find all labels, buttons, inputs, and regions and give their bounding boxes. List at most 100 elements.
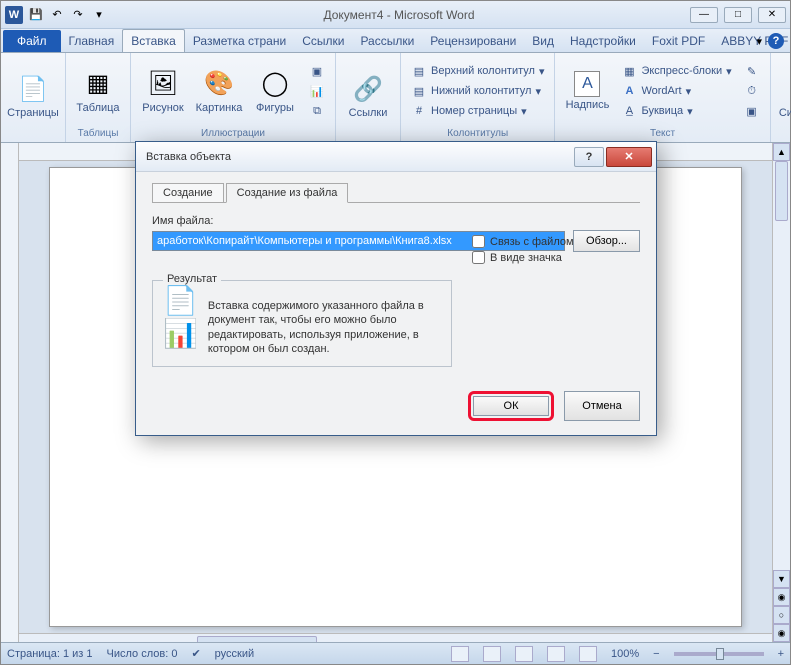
- scroll-down-icon[interactable]: ▼: [773, 570, 790, 588]
- view-read-icon[interactable]: [483, 646, 501, 662]
- help-icon[interactable]: ?: [768, 33, 784, 49]
- pages-button[interactable]: 📄 Страницы: [7, 71, 59, 121]
- zoom-thumb[interactable]: [716, 648, 724, 660]
- smartart-button[interactable]: ▣: [305, 62, 329, 80]
- status-page[interactable]: Страница: 1 из 1: [7, 648, 93, 660]
- redo-icon[interactable]: ↷: [69, 6, 87, 24]
- ribbon: 📄 Страницы ▦ Таблица Таблицы 🖼Рисунок 🎨К…: [1, 53, 790, 143]
- screenshot-icon: ⧉: [309, 103, 325, 119]
- browse-button[interactable]: Обзор...: [573, 230, 640, 252]
- link-to-file-label[interactable]: Связь с файлом: [490, 236, 574, 248]
- tab-mailings[interactable]: Рассылки: [352, 30, 422, 52]
- undo-icon[interactable]: ↶: [48, 6, 66, 24]
- minimize-button[interactable]: —: [690, 7, 718, 23]
- qat-custom-icon[interactable]: ▾: [90, 6, 108, 24]
- dialog-help-button[interactable]: ?: [574, 147, 604, 167]
- pages-label: Страницы: [7, 107, 59, 119]
- header-icon: ▤: [411, 63, 427, 79]
- links-button[interactable]: 🔗Ссылки: [342, 71, 394, 121]
- window-title: Документ4 - Microsoft Word: [108, 8, 690, 22]
- status-proof-icon[interactable]: ✔: [191, 647, 200, 660]
- view-draft-icon[interactable]: [579, 646, 597, 662]
- quickparts-button[interactable]: ▦Экспресс-блоки ▾: [617, 62, 735, 80]
- footer-icon: ▤: [411, 83, 427, 99]
- vscroll-thumb[interactable]: [775, 161, 788, 221]
- status-bar: Страница: 1 из 1 Число слов: 0 ✔ русский…: [1, 642, 790, 664]
- tab-addins[interactable]: Надстройки: [562, 30, 644, 52]
- scroll-up-icon[interactable]: ▲: [773, 143, 790, 161]
- link-to-file-checkbox[interactable]: [472, 235, 485, 248]
- status-words[interactable]: Число слов: 0: [107, 648, 178, 660]
- shapes-button[interactable]: ◯Фигуры: [249, 66, 301, 116]
- chart-icon: 📊: [309, 83, 325, 99]
- tab-create-from-file[interactable]: Создание из файла: [226, 183, 349, 203]
- ok-button[interactable]: ОК: [473, 396, 549, 416]
- footer-button[interactable]: ▤Нижний колонтитул ▾: [407, 82, 548, 100]
- view-web-icon[interactable]: [515, 646, 533, 662]
- tab-pagelayout[interactable]: Разметка страни: [185, 30, 294, 52]
- next-page-icon[interactable]: ◉: [773, 624, 790, 642]
- object-button[interactable]: ▣: [740, 102, 764, 120]
- close-button[interactable]: ✕: [758, 7, 786, 23]
- vertical-ruler[interactable]: [1, 143, 19, 642]
- result-text: Вставка содержимого указанного файла в д…: [208, 299, 441, 356]
- display-as-icon-label[interactable]: В виде значка: [490, 252, 562, 264]
- tab-create-new[interactable]: Создание: [152, 183, 224, 203]
- pagenum-icon: #: [411, 103, 427, 119]
- save-icon[interactable]: 💾: [27, 6, 45, 24]
- status-lang[interactable]: русский: [215, 648, 254, 660]
- group-headfoot-label: Колонтитулы: [407, 127, 548, 140]
- group-text: AНадпись ▦Экспресс-блоки ▾ AWordArt ▾ A̲…: [555, 53, 770, 142]
- header-label: Верхний колонтитул: [431, 65, 535, 77]
- browse-obj-icon[interactable]: ○: [773, 606, 790, 624]
- wordart-button[interactable]: AWordArt ▾: [617, 82, 735, 100]
- group-links-label: [342, 138, 394, 140]
- header-button[interactable]: ▤Верхний колонтитул ▾: [407, 62, 548, 80]
- insert-object-dialog: Вставка объекта ? ✕ Создание Создание из…: [135, 141, 657, 436]
- wordart-label: WordArt: [641, 85, 681, 97]
- group-symbols: ΩСимволы: [771, 53, 791, 142]
- clipart-button[interactable]: 🎨Картинка: [193, 66, 245, 116]
- textbox-button[interactable]: AНадпись: [561, 69, 613, 113]
- picture-button[interactable]: 🖼Рисунок: [137, 66, 189, 116]
- vertical-scrollbar[interactable]: ▲ ▼ ◉ ○ ◉: [772, 143, 790, 642]
- window-controls: — □ ✕: [690, 7, 786, 23]
- tab-references[interactable]: Ссылки: [294, 30, 352, 52]
- tab-home[interactable]: Главная: [61, 30, 123, 52]
- ribbon-tab-strip: Файл Главная Вставка Разметка страни Ссы…: [1, 29, 790, 53]
- view-outline-icon[interactable]: [547, 646, 565, 662]
- quickparts-icon: ▦: [621, 63, 637, 79]
- zoom-out-icon[interactable]: −: [653, 648, 659, 660]
- dialog-body: Создание Создание из файла Имя файла: Об…: [136, 172, 656, 435]
- prev-page-icon[interactable]: ◉: [773, 588, 790, 606]
- view-print-icon[interactable]: [451, 646, 469, 662]
- symbols-button[interactable]: ΩСимволы: [777, 71, 791, 121]
- result-group: Результат 📄📊 Вставка содержимого указанн…: [152, 280, 452, 367]
- tab-review[interactable]: Рецензировани: [422, 30, 524, 52]
- tab-insert[interactable]: Вставка: [122, 29, 185, 52]
- zoom-in-icon[interactable]: +: [778, 648, 784, 660]
- chart-button[interactable]: 📊: [305, 82, 329, 100]
- textbox-label: Надпись: [566, 99, 610, 111]
- cancel-button[interactable]: Отмена: [564, 391, 640, 421]
- table-button[interactable]: ▦ Таблица: [72, 66, 124, 116]
- group-tables-label: Таблицы: [72, 127, 124, 140]
- display-as-icon-checkbox[interactable]: [472, 251, 485, 264]
- dialog-titlebar[interactable]: Вставка объекта ? ✕: [136, 142, 656, 172]
- group-illustrations: 🖼Рисунок 🎨Картинка ◯Фигуры ▣ 📊 ⧉ Иллюстр…: [131, 53, 336, 142]
- tab-view[interactable]: Вид: [524, 30, 562, 52]
- status-zoom[interactable]: 100%: [611, 648, 639, 660]
- file-tab[interactable]: Файл: [3, 30, 61, 52]
- sigline-button[interactable]: ✎: [740, 62, 764, 80]
- result-legend: Результат: [163, 273, 221, 285]
- screenshot-button[interactable]: ⧉: [305, 102, 329, 120]
- zoom-slider[interactable]: [674, 652, 764, 656]
- tab-foxit[interactable]: Foxit PDF: [644, 30, 713, 52]
- picture-label: Рисунок: [142, 102, 184, 114]
- pagenum-button[interactable]: #Номер страницы ▾: [407, 102, 548, 120]
- datetime-button[interactable]: ⏱: [740, 82, 764, 100]
- ribbon-collapse-icon[interactable]: ▾: [756, 35, 762, 48]
- dropcap-button[interactable]: A̲Буквица ▾: [617, 102, 735, 120]
- maximize-button[interactable]: □: [724, 7, 752, 23]
- dialog-close-button[interactable]: ✕: [606, 147, 652, 167]
